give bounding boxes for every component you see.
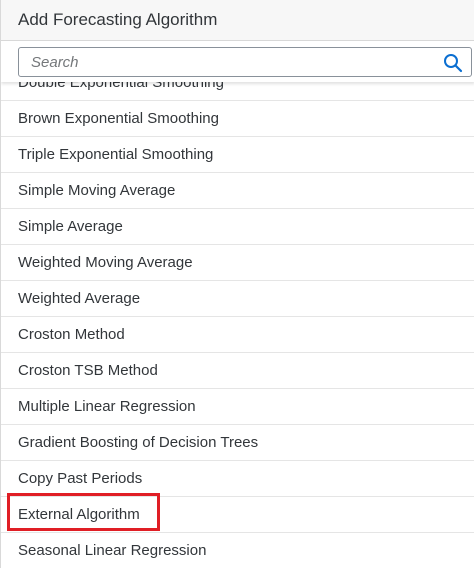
dialog-title: Add Forecasting Algorithm: [18, 10, 218, 29]
list-item-label: Gradient Boosting of Decision Trees: [18, 434, 259, 451]
list-item-label: Weighted Average: [18, 290, 141, 307]
list-item-label: Multiple Linear Regression: [18, 398, 196, 415]
list-item-label: Seasonal Linear Regression: [18, 542, 207, 559]
list-item[interactable]: Gradient Boosting of Decision Trees: [1, 425, 474, 461]
list-item-label: External Algorithm: [18, 506, 140, 523]
list-item[interactable]: Copy Past Periods: [1, 461, 474, 497]
algorithm-list: Double Exponential Smoothing Brown Expon…: [1, 82, 474, 568]
list-item-label: Weighted Moving Average: [18, 254, 193, 271]
list-item[interactable]: Simple Moving Average: [1, 173, 474, 209]
list-item[interactable]: Multiple Linear Regression: [1, 389, 474, 425]
list-item[interactable]: Seasonal Linear Regression: [1, 533, 474, 568]
list-item-label: Croston TSB Method: [18, 362, 158, 379]
list-item-label: Double Exponential Smoothing: [18, 82, 224, 91]
list-item[interactable]: Weighted Average: [1, 281, 474, 317]
list-item[interactable]: Weighted Moving Average: [1, 245, 474, 281]
list-item[interactable]: Croston TSB Method: [1, 353, 474, 389]
list-item[interactable]: Croston Method: [1, 317, 474, 353]
search-bar: [1, 41, 474, 82]
list-item-label: Simple Moving Average: [18, 182, 176, 199]
list-item[interactable]: Brown Exponential Smoothing: [1, 101, 474, 137]
dialog-header: Add Forecasting Algorithm: [1, 0, 474, 41]
list-item-label: Brown Exponential Smoothing: [18, 110, 219, 127]
search-icon[interactable]: [443, 53, 463, 73]
list-item[interactable]: Simple Average: [1, 209, 474, 245]
list-item[interactable]: Triple Exponential Smoothing: [1, 137, 474, 173]
search-input[interactable]: [19, 48, 439, 76]
list-item-external-algorithm[interactable]: External Algorithm: [1, 497, 474, 533]
add-forecasting-algorithm-dialog: Add Forecasting Algorithm Double Exponen…: [0, 0, 474, 568]
list-item-label: Copy Past Periods: [18, 470, 143, 487]
list-item-label: Simple Average: [18, 218, 123, 235]
search-field[interactable]: [18, 47, 472, 77]
list-item-label: Croston Method: [18, 326, 125, 343]
list-item-label: Triple Exponential Smoothing: [18, 146, 214, 163]
list-item[interactable]: Double Exponential Smoothing: [1, 82, 474, 101]
